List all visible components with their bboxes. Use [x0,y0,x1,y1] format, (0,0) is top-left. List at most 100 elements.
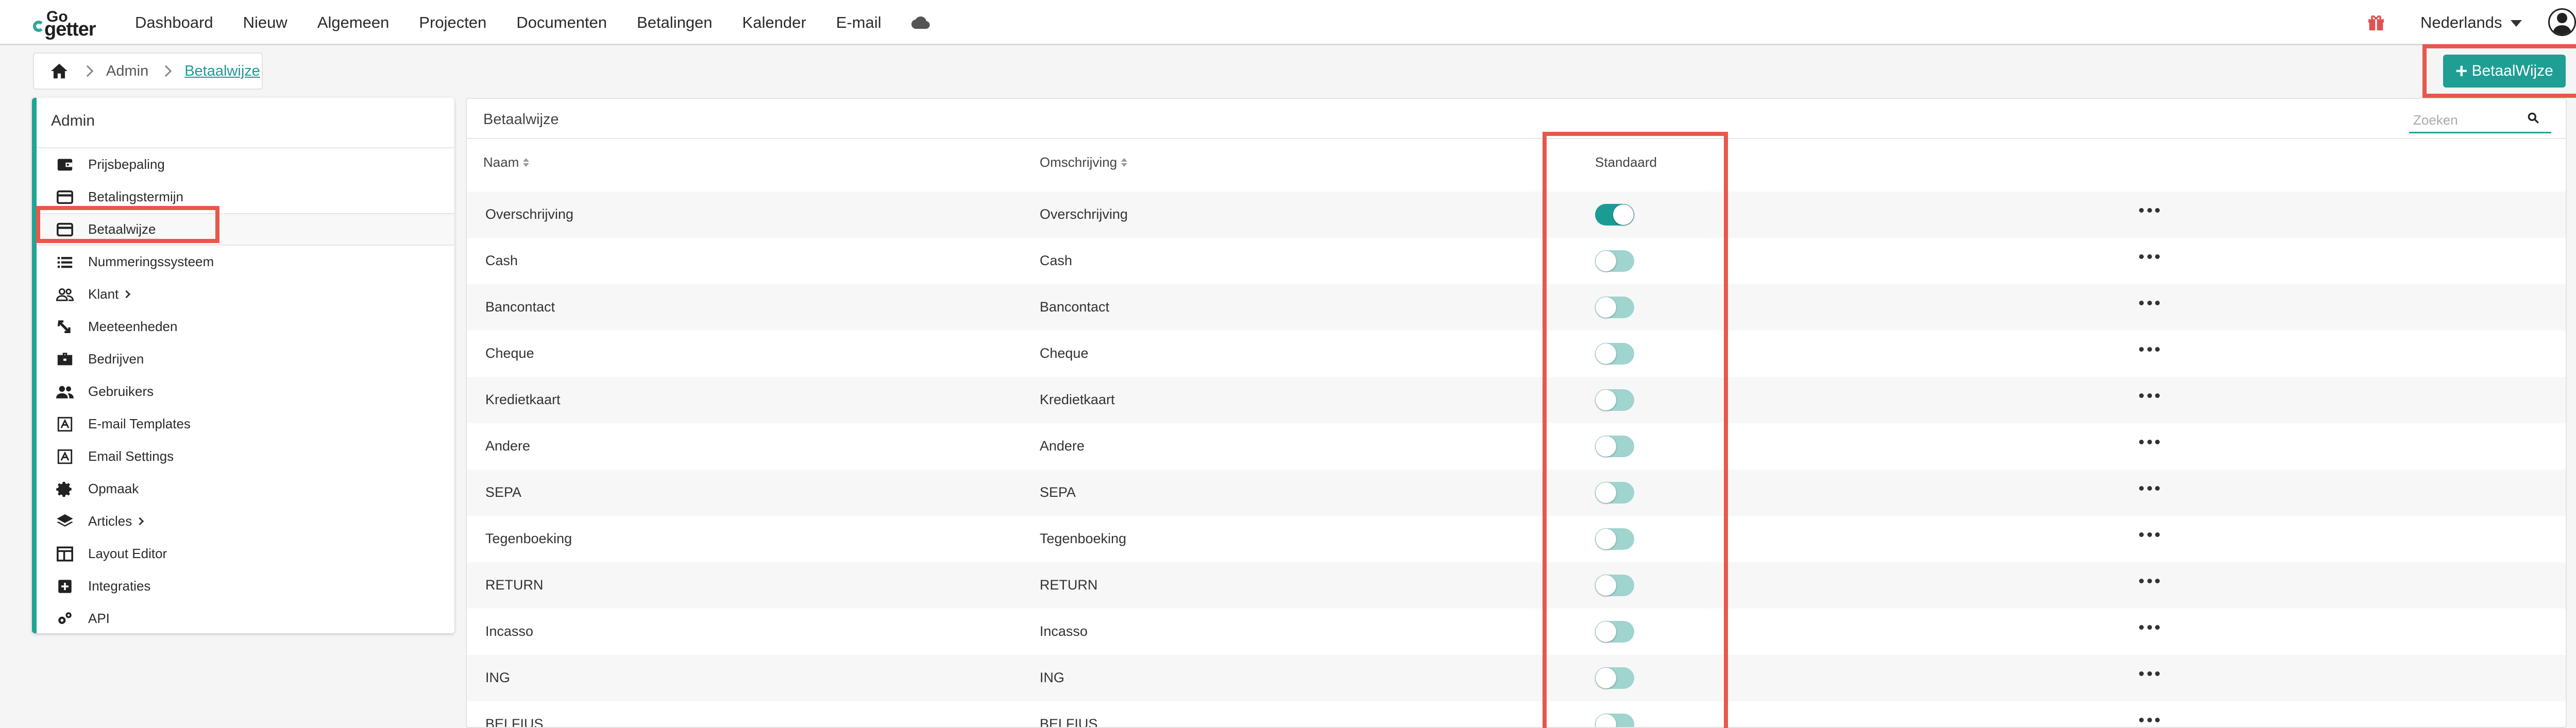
more-options-icon[interactable] [2139,532,2160,539]
dot [2147,579,2152,583]
cloud-icon[interactable] [911,13,930,32]
search-icon[interactable] [2527,111,2540,125]
table-row[interactable]: Cash Cash [467,238,2566,284]
nav-nieuw[interactable]: Nieuw [243,13,287,32]
cell-naam: SEPA [485,484,522,500]
table-row[interactable]: ING ING [467,655,2566,701]
sidebar-item-label: Bedrijven [88,351,144,367]
add-betaalwijze-button[interactable]: + BetaalWijze [2443,55,2566,88]
more-options-icon[interactable] [2139,254,2160,261]
logo-mark [33,21,44,32]
language-selector[interactable]: Nederlands [2420,13,2522,32]
sidebar-item-meeteenheden[interactable]: Meeteenheden [37,310,454,343]
nav-email[interactable]: E-mail [836,13,882,32]
table-row[interactable]: Bancontact Bancontact [467,284,2566,331]
more-options-icon[interactable] [2139,393,2160,400]
gogetter-logo[interactable]: Go getter [33,7,105,40]
gift-icon[interactable] [2366,12,2386,33]
nav-dashboard[interactable]: Dashboard [135,13,213,32]
cell-naam: Bancontact [485,299,555,315]
nav-documenten[interactable]: Documenten [516,13,607,32]
table-row[interactable]: SEPA SEPA [467,470,2566,516]
home-icon[interactable] [48,61,70,81]
more-options-icon[interactable] [2139,486,2160,492]
sidebar-item-articles[interactable]: Articles [37,505,454,538]
cell-omschrijving: Kredietkaart [1040,392,1115,407]
table-row[interactable]: Andere Andere [467,423,2566,470]
nav-projecten[interactable]: Projecten [419,13,486,32]
user-avatar-icon[interactable] [2548,8,2576,36]
more-options-icon[interactable] [2139,440,2160,446]
sidebar-item-layout-editor[interactable]: Layout Editor [37,538,454,570]
table-row[interactable]: Incasso Incasso [467,609,2566,655]
more-options-icon[interactable] [2139,301,2160,307]
users-icon [55,382,75,402]
cell-omschrijving: SEPA [1040,484,1076,500]
dot [2155,579,2160,583]
cell-naam: Overschrijving [485,206,574,222]
betaalwijze-panel: Betaalwijze Zoeken Naam Omschrijving Sta… [466,98,2567,728]
more-options-icon[interactable] [2139,671,2160,678]
sidebar-item-label: API [88,611,110,626]
cell-omschrijving: Cheque [1040,345,1089,361]
sidebar-item-bedrijven[interactable]: Bedrijven [37,343,454,375]
cell-omschrijving: Andere [1040,438,1085,454]
search-input[interactable]: Zoeken [2409,106,2551,133]
nav-algemeen[interactable]: Algemeen [317,13,389,32]
more-options-icon[interactable] [2139,208,2160,214]
table-row[interactable]: RETURN RETURN [467,562,2566,609]
people-icon [55,285,75,304]
table-row[interactable]: Kredietkaart Kredietkaart [467,377,2566,423]
dot [2139,718,2144,722]
column-header-naam[interactable]: Naam [483,154,530,170]
sidebar-item-prijsbepaling[interactable]: Prijsbepaling [37,148,454,181]
highlight-frame-standaard [1543,132,1728,728]
more-options-icon[interactable] [2139,625,2160,631]
sort-icon [523,158,530,167]
sidebar-item-label: Klant [88,286,131,302]
nav-kalender[interactable]: Kalender [742,13,806,32]
table-row[interactable]: Cheque Cheque [467,331,2566,377]
sidebar-item-email-templates[interactable]: E-mail Templates [37,408,454,440]
more-options-icon[interactable] [2139,579,2160,585]
sidebar-item-label: Layout Editor [88,546,167,561]
sidebar-item-api[interactable]: API [37,602,454,635]
column-header-label: Omschrijving [1040,154,1117,170]
breadcrumb-current[interactable]: Betaalwijze [184,63,260,80]
breadcrumb-admin[interactable]: Admin [106,63,148,80]
dot [2139,532,2144,537]
dot [2139,393,2144,398]
cell-omschrijving: RETURN [1040,577,1098,593]
table-row[interactable]: Overschrijving Overschrijving [467,192,2566,238]
list-icon [55,252,75,272]
dot [2155,486,2160,491]
sidebar-item-label: Betalingstermijn [88,189,183,204]
more-options-icon[interactable] [2139,347,2160,353]
dot [2147,254,2152,259]
main-nav: Dashboard Nieuw Algemeen Projecten Docum… [135,0,930,45]
dot [2139,440,2144,444]
sidebar-item-integraties[interactable]: Integraties [37,570,454,602]
table-row[interactable]: Tegenboeking Tegenboeking [467,516,2566,562]
sidebar-item-label: Integraties [88,578,151,594]
layers-icon [55,512,75,531]
sidebar-item-opmaak[interactable]: Opmaak [37,473,454,505]
cell-omschrijving: ING [1040,670,1065,685]
more-options-icon[interactable] [2139,718,2160,724]
sidebar-item-gebruikers[interactable]: Gebruikers [37,375,454,408]
nav-betalingen[interactable]: Betalingen [637,13,713,32]
search-placeholder: Zoeken [2413,112,2458,128]
sidebar-item-label: E-mail Templates [88,416,191,431]
column-header-omschrijving[interactable]: Omschrijving [1040,154,1128,170]
sidebar-item-nummeringssysteem[interactable]: Nummeringssysteem [37,246,454,278]
chevron-right-icon [122,290,131,299]
dot [2139,625,2144,630]
chevron-right-icon [135,517,144,526]
sidebar-item-klant[interactable]: Klant [37,278,454,310]
divider [467,138,2566,139]
table-row[interactable]: BELFIUS BELFIUS [467,701,2566,727]
cell-omschrijving: Tegenboeking [1040,531,1127,546]
resize-icon [55,317,75,337]
dot [2139,347,2144,352]
sidebar-item-email-settings[interactable]: Email Settings [37,440,454,473]
